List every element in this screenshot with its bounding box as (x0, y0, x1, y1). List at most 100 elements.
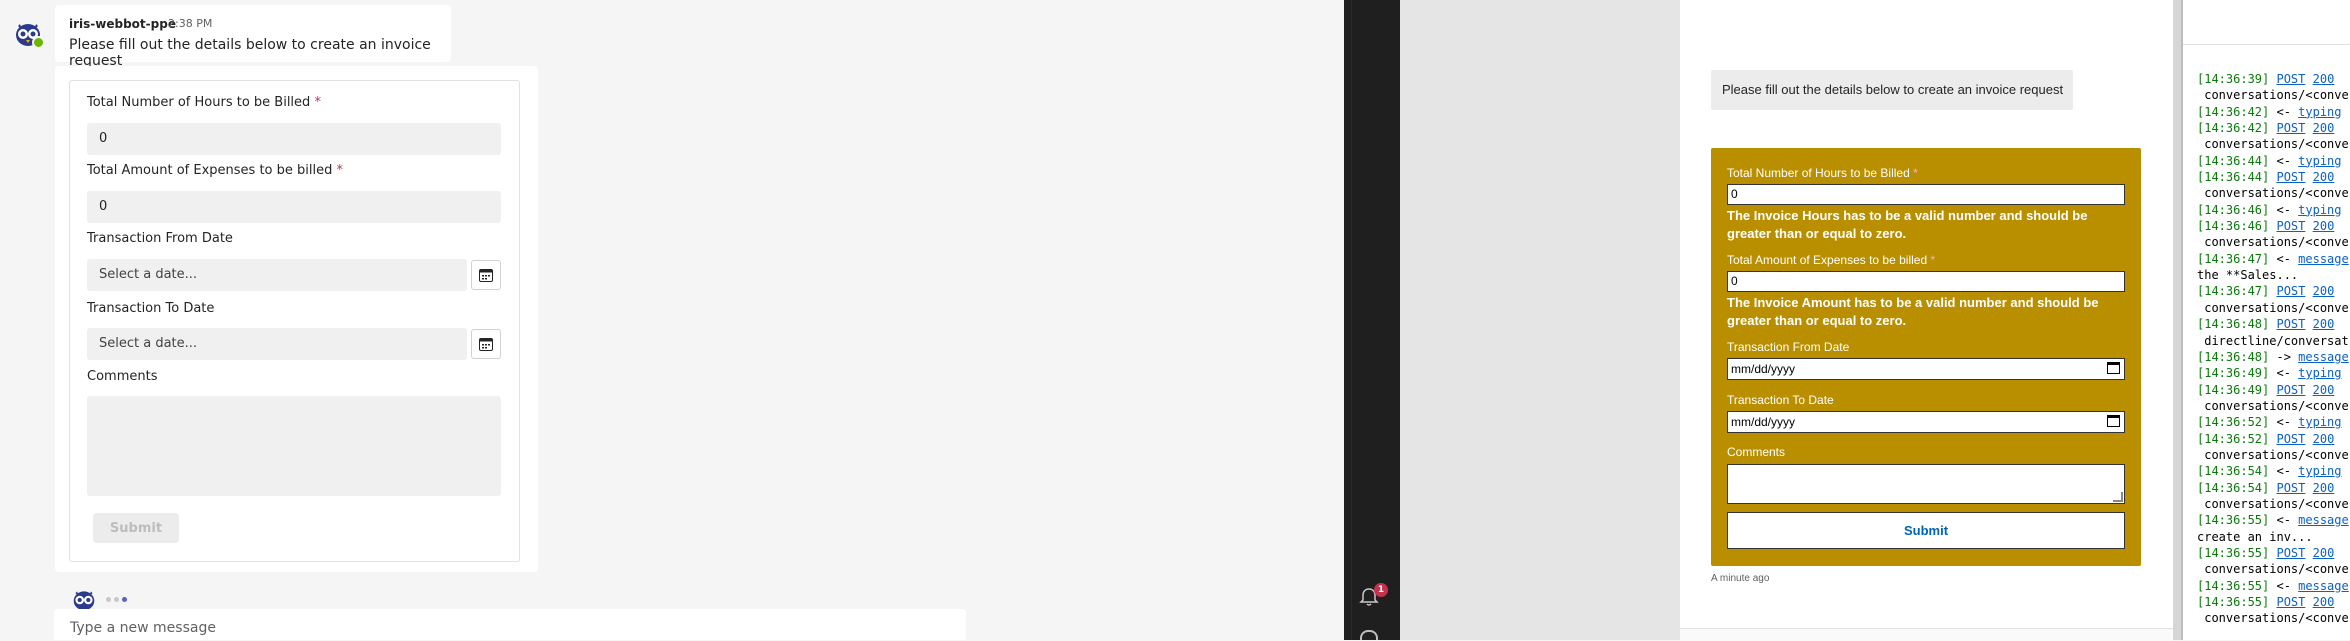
hours-input[interactable]: 0 (87, 123, 501, 155)
log-status-link[interactable]: 200 (2313, 219, 2335, 233)
log-link[interactable]: message (2298, 350, 2349, 364)
webchat-expenses-input[interactable]: 0 (1727, 271, 2125, 292)
log-status-link[interactable]: 200 (2313, 595, 2335, 609)
log-header-divider (2183, 44, 2350, 45)
webchat-input-bar[interactable] (1680, 628, 2173, 641)
log-line: conversations/<conve (2197, 610, 2349, 626)
log-link[interactable]: POST (2276, 121, 2305, 135)
log-line: [14:36:55] POST 200 (2197, 545, 2349, 561)
log-link[interactable]: typing (2298, 203, 2341, 217)
log-line: conversations/<conve (2197, 87, 2349, 103)
log-timestamp: [14:36:49] (2197, 382, 2270, 397)
webchat-invoice-card: Total Number of Hours to be Billed * 0 T… (1711, 148, 2141, 566)
empty-gray-area (1400, 0, 1680, 640)
log-line: conversations/<conve (2197, 561, 2349, 577)
submit-button-disabled[interactable]: Submit (93, 513, 179, 543)
log-status-link[interactable]: 200 (2313, 72, 2335, 86)
webchat-submit-button[interactable]: Submit (1727, 512, 2125, 549)
log-timestamp: [14:36:46] (2197, 219, 2270, 234)
log-status-link[interactable]: 200 (2313, 170, 2335, 184)
log-link[interactable]: message (2298, 252, 2349, 266)
sender-name[interactable]: iris-webbot-ppe (69, 17, 176, 31)
log-timestamp: [14:36:47] (2197, 251, 2270, 266)
log-status-link[interactable]: 200 (2313, 121, 2335, 135)
log-link[interactable]: typing (2298, 105, 2341, 119)
log-detail: conversations/<conve (2197, 496, 2349, 511)
webchat-expenses-label: Total Amount of Expenses to be billed * (1727, 253, 1936, 267)
log-arrow: <- (2269, 415, 2299, 430)
log-status-link[interactable]: 200 (2313, 546, 2335, 560)
log-status-link[interactable]: 200 (2313, 284, 2335, 298)
log-timestamp: [14:36:47] (2197, 284, 2270, 299)
log-line: [14:36:47] <- message (2197, 251, 2349, 267)
log-link[interactable]: POST (2276, 317, 2305, 331)
calendar-icon[interactable] (2107, 415, 2120, 427)
log-detail: conversations/<conve (2197, 186, 2349, 201)
typing-indicator (106, 597, 127, 602)
log-link[interactable]: POST (2276, 284, 2305, 298)
log-status-link[interactable]: 200 (2313, 383, 2335, 397)
teams-chat-pane: iris-webbot-ppe 2:38 PM Please fill out … (0, 0, 1344, 640)
log-timestamp: [14:36:48] (2197, 317, 2270, 332)
invoice-form-card: Total Number of Hours to be Billed * 0 T… (69, 80, 520, 562)
log-link[interactable]: typing (2298, 154, 2341, 168)
log-link[interactable]: POST (2276, 432, 2305, 446)
log-link[interactable]: POST (2276, 170, 2305, 184)
webchat-to-date-input[interactable]: mm/dd/yyyy (1727, 411, 2125, 433)
log-line: [14:36:55] <- message (2197, 578, 2349, 594)
log-link[interactable]: POST (2276, 595, 2305, 609)
log-arrow: <- (2269, 464, 2299, 479)
log-timestamp: [14:36:49] (2197, 366, 2270, 381)
log-line: [14:36:49] POST 200 (2197, 382, 2349, 398)
resize-grip-icon[interactable] (2113, 492, 2123, 502)
log-link[interactable]: typing (2298, 366, 2341, 380)
log-line: [14:36:47] POST 200 (2197, 283, 2349, 299)
log-link[interactable]: message (2298, 513, 2349, 527)
log-line: [14:36:48] -> message (2197, 349, 2349, 365)
log-arrow: <- (2269, 153, 2299, 168)
log-arrow: <- (2269, 104, 2299, 119)
webchat-hours-input[interactable]: 0 (1727, 184, 2125, 205)
calendar-icon[interactable] (471, 329, 501, 359)
log-timestamp: [14:36:44] (2197, 170, 2270, 185)
log-link[interactable]: POST (2276, 481, 2305, 495)
log-link[interactable]: typing (2298, 415, 2341, 429)
from-date-input[interactable]: Select a date... (87, 259, 467, 291)
message-time: 2:38 PM (168, 17, 213, 30)
comments-textarea[interactable] (87, 396, 501, 496)
log-line: [14:36:52] POST 200 (2197, 431, 2349, 447)
log-link[interactable]: POST (2276, 219, 2305, 233)
log-status-link[interactable]: 200 (2313, 481, 2335, 495)
calendar-icon[interactable] (2107, 362, 2120, 374)
compose-message-box[interactable]: Type a new message (54, 609, 966, 640)
log-link[interactable]: message (2298, 579, 2349, 593)
log-link[interactable]: POST (2276, 72, 2305, 86)
hours-label: Total Number of Hours to be Billed * (87, 95, 321, 110)
log-status-link[interactable]: 200 (2313, 317, 2335, 331)
webchat-from-date-input[interactable]: mm/dd/yyyy (1727, 358, 2125, 380)
log-link[interactable]: POST (2276, 383, 2305, 397)
apps-icon[interactable] (1360, 630, 1378, 640)
log-timestamp: [14:36:54] (2197, 480, 2270, 495)
expenses-input[interactable]: 0 (87, 191, 501, 223)
from-date-label: Transaction From Date (87, 231, 233, 246)
webchat-to-date-label: Transaction To Date (1727, 393, 1834, 407)
log-line: conversations/<conve (2197, 136, 2349, 152)
to-date-input[interactable]: Select a date... (87, 328, 467, 360)
log-line: conversations/<conve (2197, 447, 2349, 463)
calendar-icon[interactable] (471, 260, 501, 290)
webchat-comments-textarea[interactable] (1727, 464, 2125, 504)
log-timestamp: [14:36:55] (2197, 545, 2270, 560)
log-line: [14:36:54] POST 200 (2197, 480, 2349, 496)
log-link[interactable]: typing (2298, 464, 2341, 478)
log-timestamp: [14:36:52] (2197, 415, 2270, 430)
log-link[interactable]: POST (2276, 546, 2305, 560)
typing-dot (114, 597, 119, 602)
log-timestamp: [14:36:48] (2197, 349, 2270, 364)
log-timestamp: [14:36:52] (2197, 431, 2270, 446)
notification-badge: 1 (1374, 583, 1388, 597)
log-line: the **Sales... (2197, 267, 2349, 283)
scrollbar-track[interactable] (2173, 0, 2181, 640)
log-line: conversations/<conve (2197, 234, 2349, 250)
log-status-link[interactable]: 200 (2313, 432, 2335, 446)
